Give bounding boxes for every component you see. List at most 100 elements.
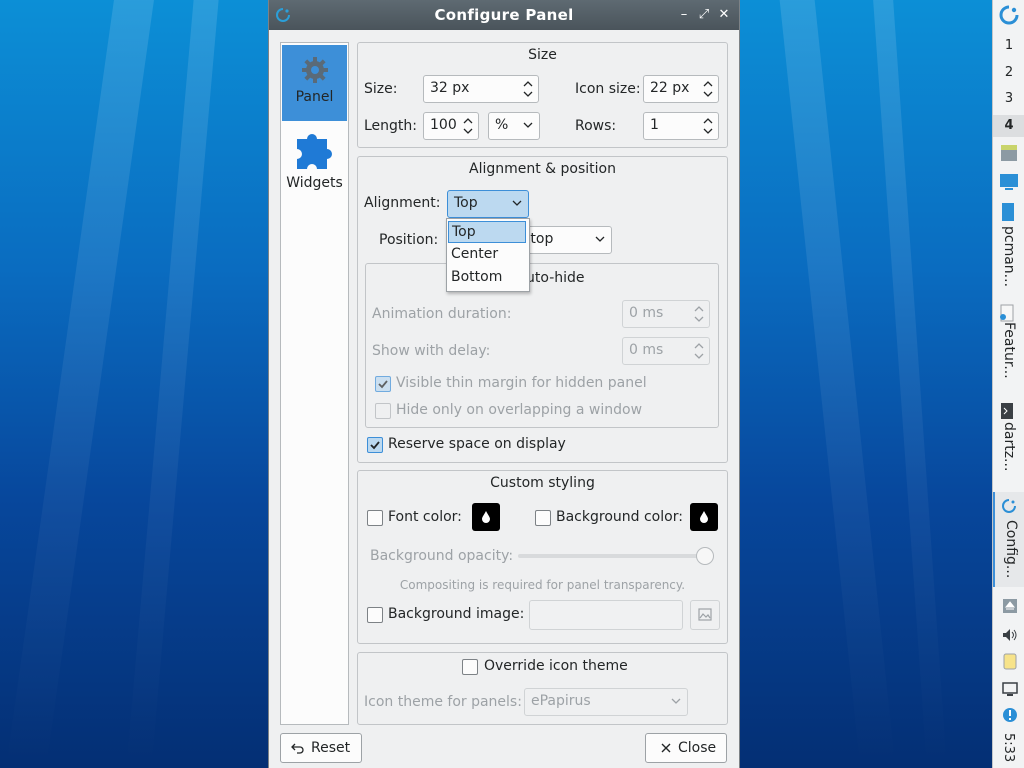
size-spinbox[interactable]: 32 px <box>423 75 539 103</box>
font-color-button[interactable] <box>472 503 500 531</box>
folder-icon <box>1002 203 1014 221</box>
overlap-label: Hide only on overlapping a window <box>396 402 643 418</box>
background-color-button[interactable] <box>690 503 718 531</box>
show-delay-spinbox[interactable]: 0 ms <box>622 337 710 365</box>
eject-icon[interactable] <box>1001 597 1019 615</box>
spin-arrows-icon[interactable] <box>701 114 715 138</box>
minimize-button[interactable]: – <box>675 6 693 24</box>
task-item-terminal[interactable]: dartz... <box>993 398 1024 478</box>
task-item-pcmanfm[interactable]: pcman... <box>993 198 1024 293</box>
alignment-dropdown-list: Top Center Bottom <box>446 218 530 292</box>
maximize-button[interactable]: ⤢ <box>695 6 713 24</box>
spin-arrows-icon[interactable] <box>692 339 706 363</box>
dropdown-option-center[interactable]: Center <box>448 244 526 266</box>
group-title: Alignment & position <box>469 161 616 177</box>
sidebar-item-widgets[interactable]: Widgets <box>282 125 347 201</box>
auto-hide-group: uto-hide Animation duration: 0 ms Show w… <box>365 263 719 428</box>
background-color-checkbox[interactable] <box>535 510 551 526</box>
position-label: Position: <box>379 232 439 248</box>
show-delay-value: 0 ms <box>629 342 664 358</box>
desktop-switch-4[interactable]: 4 <box>993 115 1024 137</box>
icon-theme-group: Override icon theme Icon theme for panel… <box>357 652 728 725</box>
reserve-space-checkbox[interactable] <box>367 437 383 453</box>
rows-value: 1 <box>650 117 659 133</box>
notification-icon[interactable] <box>1001 706 1019 724</box>
group-title: Size <box>528 47 557 63</box>
thin-margin-checkbox[interactable] <box>375 376 391 392</box>
spin-arrows-icon[interactable] <box>701 77 715 101</box>
task-item-featherpad[interactable]: Featur... <box>993 300 1024 390</box>
window-title: Configure Panel <box>434 6 574 24</box>
checkmark-icon <box>378 380 388 389</box>
rows-label: Rows: <box>575 118 617 134</box>
wallpaper-highlight <box>873 0 947 768</box>
size-value: 32 px <box>430 80 470 96</box>
length-value: 100 <box>430 117 457 133</box>
alignment-position-group: Alignment & position Alignment: Top Posi… <box>357 156 728 463</box>
chevron-down-icon <box>671 698 681 704</box>
show-delay-label: Show with delay: <box>372 343 491 359</box>
browse-image-button[interactable] <box>690 600 720 630</box>
dropdown-option-bottom[interactable]: Bottom <box>448 267 526 289</box>
background-image-label: Background image: <box>388 606 525 622</box>
font-color-label: Font color: <box>388 509 462 525</box>
compositing-note: Compositing is required for panel transp… <box>399 578 686 592</box>
alignment-combo[interactable]: Top <box>447 190 529 218</box>
desktop-switch-2[interactable]: 2 <box>993 65 1024 80</box>
clipboard-icon[interactable] <box>1001 652 1019 670</box>
rows-spinbox[interactable]: 1 <box>643 112 719 140</box>
length-unit-value: % <box>495 117 509 133</box>
length-spinbox[interactable]: 100 <box>423 112 479 140</box>
task-item-configure-panel[interactable]: Config... <box>993 492 1024 587</box>
background-opacity-label: Background opacity: <box>370 548 514 564</box>
close-icon <box>661 743 671 753</box>
dropdown-option-label: Center <box>451 246 499 262</box>
chevron-down-icon <box>512 200 522 206</box>
background-opacity-slider[interactable] <box>518 554 714 558</box>
start-menu-icon[interactable] <box>998 4 1020 26</box>
alignment-value: Top <box>454 195 478 211</box>
clock[interactable]: 5:33 <box>1001 733 1016 762</box>
reset-label: Reset <box>311 740 351 756</box>
configure-panel-window: Configure Panel – ⤢ ✕ Panel Widgets Size… <box>268 0 740 768</box>
overlap-checkbox[interactable] <box>375 403 391 419</box>
background-image-field[interactable] <box>529 600 683 630</box>
spin-arrows-icon[interactable] <box>461 114 475 138</box>
font-color-checkbox[interactable] <box>367 510 383 526</box>
animation-duration-value: 0 ms <box>629 305 664 321</box>
icon-theme-combo[interactable]: ePapirus <box>524 688 688 716</box>
gear-icon <box>301 57 328 83</box>
animation-duration-spinbox[interactable]: 0 ms <box>622 300 710 328</box>
thin-margin-label: Visible thin margin for hidden panel <box>396 375 647 391</box>
background-image-checkbox[interactable] <box>367 607 383 623</box>
close-button[interactable]: Close <box>645 733 727 763</box>
size-label: Size: <box>364 81 398 97</box>
spin-arrows-icon[interactable] <box>692 302 706 326</box>
file-manager-icon[interactable] <box>999 143 1019 163</box>
show-desktop-icon[interactable] <box>999 172 1019 192</box>
title-bar[interactable]: Configure Panel – ⤢ ✕ <box>269 0 739 30</box>
desktop-switch-3[interactable]: 3 <box>993 91 1024 106</box>
volume-icon[interactable] <box>1001 626 1019 644</box>
chevron-down-icon <box>595 236 605 242</box>
checkmark-icon <box>370 441 380 450</box>
app-icon <box>1002 499 1016 513</box>
taskbar: 1 2 3 4 pcman... Featur... dartz... Conf… <box>992 0 1024 768</box>
reset-button[interactable]: Reset <box>280 733 362 763</box>
length-unit-combo[interactable]: % <box>488 112 540 140</box>
slider-handle[interactable] <box>696 547 714 565</box>
icon-size-spinbox[interactable]: 22 px <box>643 75 719 103</box>
background-color-label: Background color: <box>556 509 683 525</box>
network-icon[interactable] <box>1001 680 1019 698</box>
sidebar-item-panel[interactable]: Panel <box>282 45 347 121</box>
spin-arrows-icon[interactable] <box>521 77 535 101</box>
close-window-button[interactable]: ✕ <box>715 6 733 24</box>
undo-icon <box>291 743 304 754</box>
terminal-icon <box>1001 403 1013 419</box>
desktop-switch-1[interactable]: 1 <box>993 38 1024 53</box>
override-icon-theme-checkbox[interactable] <box>462 659 478 675</box>
group-title: Custom styling <box>490 475 595 491</box>
sidebar: Panel Widgets <box>280 42 349 725</box>
alignment-label: Alignment: <box>364 195 441 211</box>
dropdown-option-top[interactable]: Top <box>448 221 526 243</box>
